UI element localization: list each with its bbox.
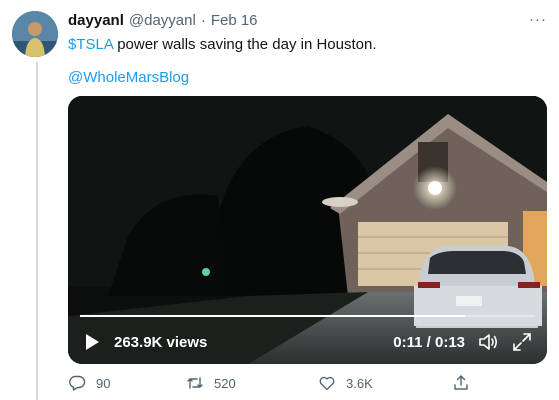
fullscreen-icon[interactable]: [511, 331, 533, 353]
tweet-header: dayyanl @dayyanl · Feb 16: [68, 12, 258, 29]
video-controls: 263.9K views 0:11 / 0:13: [68, 320, 547, 364]
reply-button[interactable]: 90: [68, 374, 110, 392]
share-button[interactable]: [452, 374, 470, 392]
tweet-date[interactable]: Feb 16: [211, 12, 258, 29]
mention-link[interactable]: @WholeMarsBlog: [68, 68, 189, 88]
cashtag-link[interactable]: $TSLA: [68, 36, 113, 53]
video-time: 0:11 / 0:13: [393, 334, 465, 351]
video-player[interactable]: 263.9K views 0:11 / 0:13: [68, 96, 547, 364]
like-button[interactable]: 3.6K: [318, 374, 373, 392]
video-progress-fill: [80, 315, 465, 317]
retweet-icon: [187, 377, 203, 389]
retweet-count: 520: [214, 375, 236, 391]
thread-line: [36, 62, 38, 400]
tweet-actions: 90 520 3.6K: [68, 374, 508, 394]
tweet-body: power walls saving the day in Houston.: [113, 36, 377, 53]
reply-icon: [69, 375, 86, 391]
avatar-image: [12, 11, 58, 57]
user-handle[interactable]: @dayyanl: [129, 12, 196, 29]
tweet-text: $TSLA power walls saving the day in Hous…: [68, 35, 377, 55]
display-name[interactable]: dayyanl: [68, 12, 124, 29]
like-count: 3.6K: [346, 375, 373, 391]
view-count: 263.9K views: [114, 334, 208, 351]
avatar[interactable]: [12, 11, 58, 57]
share-icon: [454, 375, 468, 390]
like-icon: [319, 376, 335, 391]
volume-icon[interactable]: [477, 331, 499, 353]
play-icon[interactable]: [82, 332, 102, 352]
reply-count: 90: [96, 375, 111, 391]
more-icon[interactable]: ···: [529, 11, 547, 28]
video-progress-track[interactable]: [80, 315, 535, 317]
retweet-button[interactable]: 520: [186, 374, 236, 392]
header-separator: ·: [200, 12, 206, 29]
